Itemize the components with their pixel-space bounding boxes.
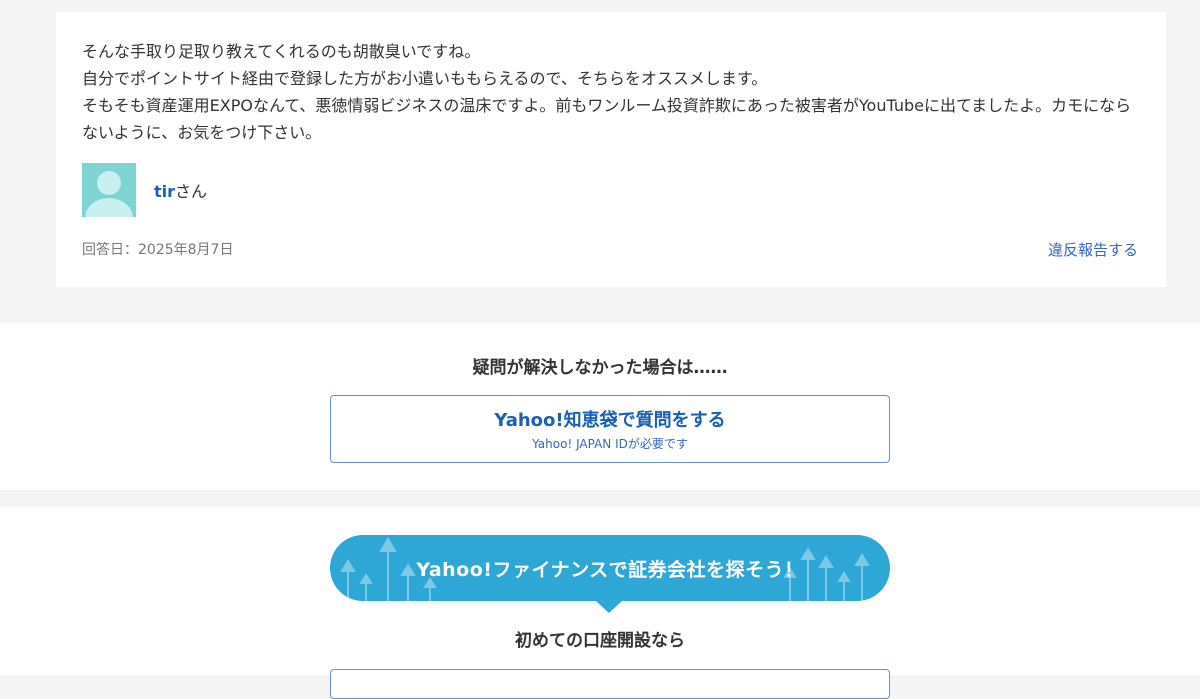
answer-card: そんな手取り足取り教えてくれるのも胡散臭いですね。 自分でポイントサイト経由で登… [56, 12, 1166, 287]
finance-subtitle: 初めての口座開設なら [515, 631, 685, 651]
answer-meta: 回答日：2025年8月7日 違反報告する [82, 239, 1138, 260]
answer-line: そんな手取り足取り教えてくれるのも胡散臭いですね。 [82, 42, 481, 61]
unresolved-section: 疑問が解決しなかった場合は…… Yahoo!知恵袋で質問をする Yahoo! J… [0, 323, 1200, 490]
ask-question-note: Yahoo! JAPAN IDが必要です [532, 437, 688, 451]
answer-line: そもそも資産運用EXPOなんて、悪徳情弱ビジネスの温床ですよ。前もワンルーム投資… [82, 96, 1132, 142]
finance-section: Yahoo!ファイナンスで証券会社を探そう！ 初めての口座開設なら [0, 507, 1200, 699]
answer-date: 回答日：2025年8月7日 [82, 242, 234, 258]
finance-banner[interactable]: Yahoo!ファイナンスで証券会社を探そう！ [330, 535, 890, 601]
avatar-body-shape [85, 198, 133, 217]
answer-author: tirさん [82, 163, 1138, 217]
ask-question-button[interactable]: Yahoo!知恵袋で質問をする Yahoo! JAPAN IDが必要です [330, 395, 890, 463]
report-link[interactable]: 違反報告する [1048, 239, 1138, 260]
ask-question-label: Yahoo!知恵袋で質問をする [494, 410, 726, 431]
author-name: tirさん [154, 178, 207, 202]
banner-pointer [596, 601, 622, 613]
finance-banner-text: Yahoo!ファイナンスで証券会社を探そう！ [416, 558, 804, 581]
answer-body: そんな手取り足取り教えてくれるのも胡散臭いですね。 自分でポイントサイト経由で登… [82, 38, 1138, 146]
avatar-head-shape [97, 171, 121, 195]
author-honorific: さん [175, 182, 208, 201]
answer-line: 自分でポイントサイト経由で登録した方がお小遣いももらえるので、そちらをオススメし… [82, 69, 768, 88]
author-id-link[interactable]: tir [154, 182, 175, 201]
avatar[interactable] [82, 163, 136, 217]
account-open-button[interactable] [330, 669, 890, 699]
unresolved-title: 疑問が解決しなかった場合は…… [472, 358, 728, 378]
